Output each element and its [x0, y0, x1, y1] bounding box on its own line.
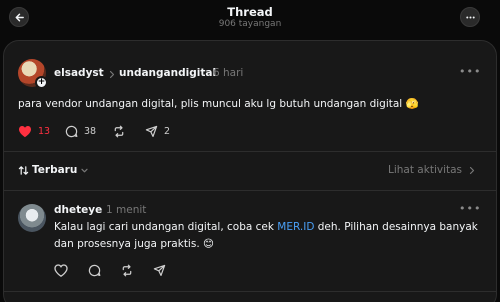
sort-dropdown[interactable]: Terbaru [18, 164, 89, 176]
reply-avatar[interactable] [18, 204, 46, 232]
comment-icon [65, 125, 78, 138]
repost-icon [122, 264, 132, 277]
send-icon [145, 125, 158, 138]
reply-text: Kalau lagi cari undangan digital, coba c… [54, 219, 484, 253]
comment-count: 38 [84, 126, 97, 137]
follow-plus-icon[interactable]: + [35, 76, 48, 89]
like-count: 13 [38, 126, 51, 137]
post-timestamp: 6 hari [213, 67, 244, 79]
repost-icon [114, 125, 124, 138]
reply-timestamp: 1 menit [106, 204, 147, 216]
more-options-button[interactable] [460, 7, 480, 27]
reply-share-button[interactable] [153, 264, 166, 277]
reply-repost-button[interactable] [120, 264, 134, 277]
share-button[interactable]: 2 [145, 125, 170, 138]
thread-card: + elsadyst undangandigital 6 hari ••• pa… [3, 40, 497, 302]
page-title: Thread [227, 5, 273, 19]
post-text: para vendor undangan digital, plis muncu… [18, 98, 419, 110]
chevron-down-icon [81, 168, 88, 172]
divider [4, 291, 496, 292]
reply-username[interactable]: dheteye [54, 204, 102, 216]
divider [4, 151, 496, 152]
repost-button[interactable] [112, 125, 126, 138]
view-activity-link[interactable]: Lihat aktivitas [388, 164, 476, 176]
share-count: 2 [164, 126, 171, 137]
comment-button[interactable]: 38 [65, 125, 96, 138]
chevron-right-icon [109, 70, 115, 79]
reply-comment-button[interactable] [88, 264, 101, 277]
like-button[interactable]: 13 [18, 125, 50, 138]
thread-page: Thread 906 tayangan + elsadyst undangand… [0, 0, 500, 302]
sort-arrows-icon [18, 165, 29, 175]
divider [4, 190, 496, 191]
top-bar: Thread 906 tayangan [0, 0, 500, 40]
reply-more-icon[interactable]: ••• [459, 202, 481, 215]
view-count: 906 tayangan [218, 19, 282, 29]
reply-to-username[interactable]: undangandigital [119, 67, 216, 79]
heart-filled-icon [19, 126, 31, 138]
comment-icon [88, 264, 101, 277]
reply-text-part: Kalau lagi cari undangan digital, coba c… [54, 221, 278, 233]
sort-label: Terbaru [32, 164, 78, 176]
post-username[interactable]: elsadyst [54, 67, 104, 79]
reply-link[interactable]: MER.ID [277, 221, 314, 233]
heart-icon [54, 264, 68, 277]
reply-like-button[interactable] [54, 264, 68, 277]
more-horizontal-icon [465, 15, 475, 19]
view-activity-label: Lihat aktivitas [388, 164, 463, 176]
send-icon [153, 264, 166, 277]
post-more-icon[interactable]: ••• [459, 65, 481, 78]
chevron-right-icon [469, 166, 475, 174]
